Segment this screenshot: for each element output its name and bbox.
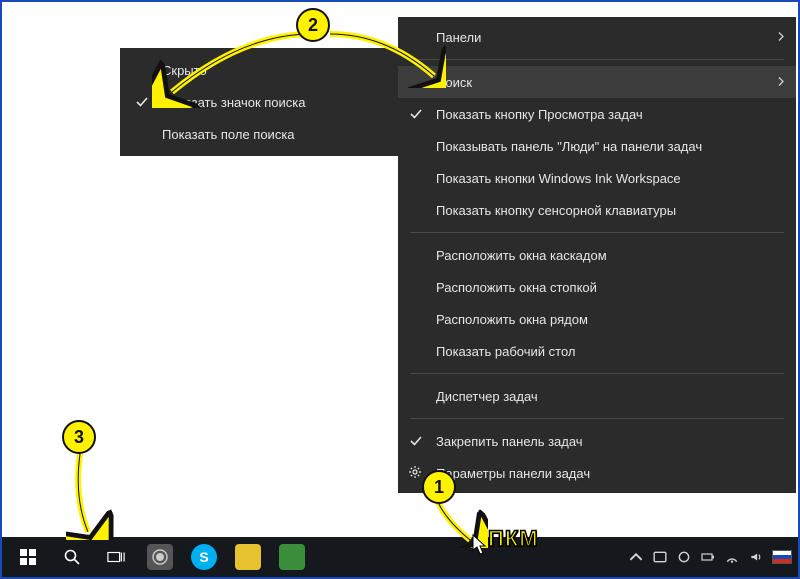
taskview-icon (107, 548, 125, 566)
menu-label: Закрепить панель задач (436, 434, 583, 449)
menu-label: Параметры панели задач (436, 466, 590, 481)
gear-icon (408, 465, 424, 481)
mouse-cursor-icon (472, 534, 488, 556)
taskbar-app-3[interactable] (226, 537, 270, 577)
annotation-badge-1: 1 (422, 470, 456, 504)
app-icon (279, 544, 305, 570)
tray-chevron-up-icon[interactable] (628, 549, 644, 565)
annotation-arrow-2-right (326, 28, 446, 88)
menu-item-task-manager[interactable]: Диспетчер задач (398, 380, 796, 412)
menu-item-search[interactable]: Поиск (398, 66, 796, 98)
annotation-badge-3: 3 (62, 420, 96, 454)
taskbar-context-menu: Панели Поиск Показать кнопку Просмотра з… (398, 17, 796, 493)
language-indicator-icon[interactable] (772, 550, 792, 564)
taskbar[interactable]: S (2, 537, 798, 577)
taskbar-app-skype[interactable]: S (182, 537, 226, 577)
menu-item-stacked[interactable]: Расположить окна стопкой (398, 271, 796, 303)
volume-icon[interactable] (748, 549, 764, 565)
menu-separator (410, 418, 784, 419)
annotation-arrow-2-left (152, 28, 322, 108)
menu-item-show-desktop[interactable]: Показать рабочий стол (398, 335, 796, 367)
annotation-badge-2: 2 (296, 8, 330, 42)
menu-label: Расположить окна рядом (436, 312, 588, 327)
windows-logo-icon (19, 548, 37, 566)
app-icon (235, 544, 261, 570)
taskbar-search-button[interactable] (50, 537, 94, 577)
menu-item-lock-taskbar[interactable]: Закрепить панель задач (398, 425, 796, 457)
menu-label: Показать поле поиска (162, 127, 295, 142)
menu-label: Показать кнопку Просмотра задач (436, 107, 643, 122)
skype-icon: S (191, 544, 217, 570)
taskview-button[interactable] (94, 537, 138, 577)
check-icon (408, 106, 424, 122)
menu-label: Показывать панель "Люди" на панели задач (436, 139, 702, 154)
tray-icon[interactable] (652, 549, 668, 565)
app-icon (147, 544, 173, 570)
menu-label: Показать кнопку сенсорной клавиатуры (436, 203, 676, 218)
menu-separator (410, 373, 784, 374)
check-icon (134, 94, 150, 110)
menu-label: Диспетчер задач (436, 389, 538, 404)
tray-icon[interactable] (676, 549, 692, 565)
menu-item-cascade[interactable]: Расположить окна каскадом (398, 239, 796, 271)
menu-item-panels[interactable]: Панели (398, 21, 796, 53)
network-icon[interactable] (724, 549, 740, 565)
annotation-label-pkm: ПКМ (488, 526, 539, 552)
menu-label: Показать кнопки Windows Ink Workspace (436, 171, 681, 186)
menu-item-show-people[interactable]: Показывать панель "Люди" на панели задач (398, 130, 796, 162)
check-icon (408, 433, 424, 449)
menu-item-show-taskview[interactable]: Показать кнопку Просмотра задач (398, 98, 796, 130)
system-tray[interactable] (628, 537, 792, 577)
menu-label: Показать рабочий стол (436, 344, 575, 359)
taskbar-app-4[interactable] (270, 537, 314, 577)
chevron-right-icon (776, 75, 786, 90)
battery-icon[interactable] (700, 549, 716, 565)
taskbar-app-1[interactable] (138, 537, 182, 577)
menu-separator (410, 59, 784, 60)
menu-separator (410, 232, 784, 233)
menu-item-sidebyside[interactable]: Расположить окна рядом (398, 303, 796, 335)
menu-label: Расположить окна стопкой (436, 280, 597, 295)
submenu-item-show-box[interactable]: Показать поле поиска (120, 118, 398, 150)
menu-item-show-touchkb[interactable]: Показать кнопку сенсорной клавиатуры (398, 194, 796, 226)
menu-item-taskbar-settings[interactable]: Параметры панели задач (398, 457, 796, 489)
menu-item-show-ink[interactable]: Показать кнопки Windows Ink Workspace (398, 162, 796, 194)
search-icon (63, 548, 81, 566)
menu-label: Расположить окна каскадом (436, 248, 607, 263)
annotation-arrow-3 (66, 450, 136, 540)
chevron-right-icon (776, 30, 786, 45)
start-button[interactable] (6, 537, 50, 577)
